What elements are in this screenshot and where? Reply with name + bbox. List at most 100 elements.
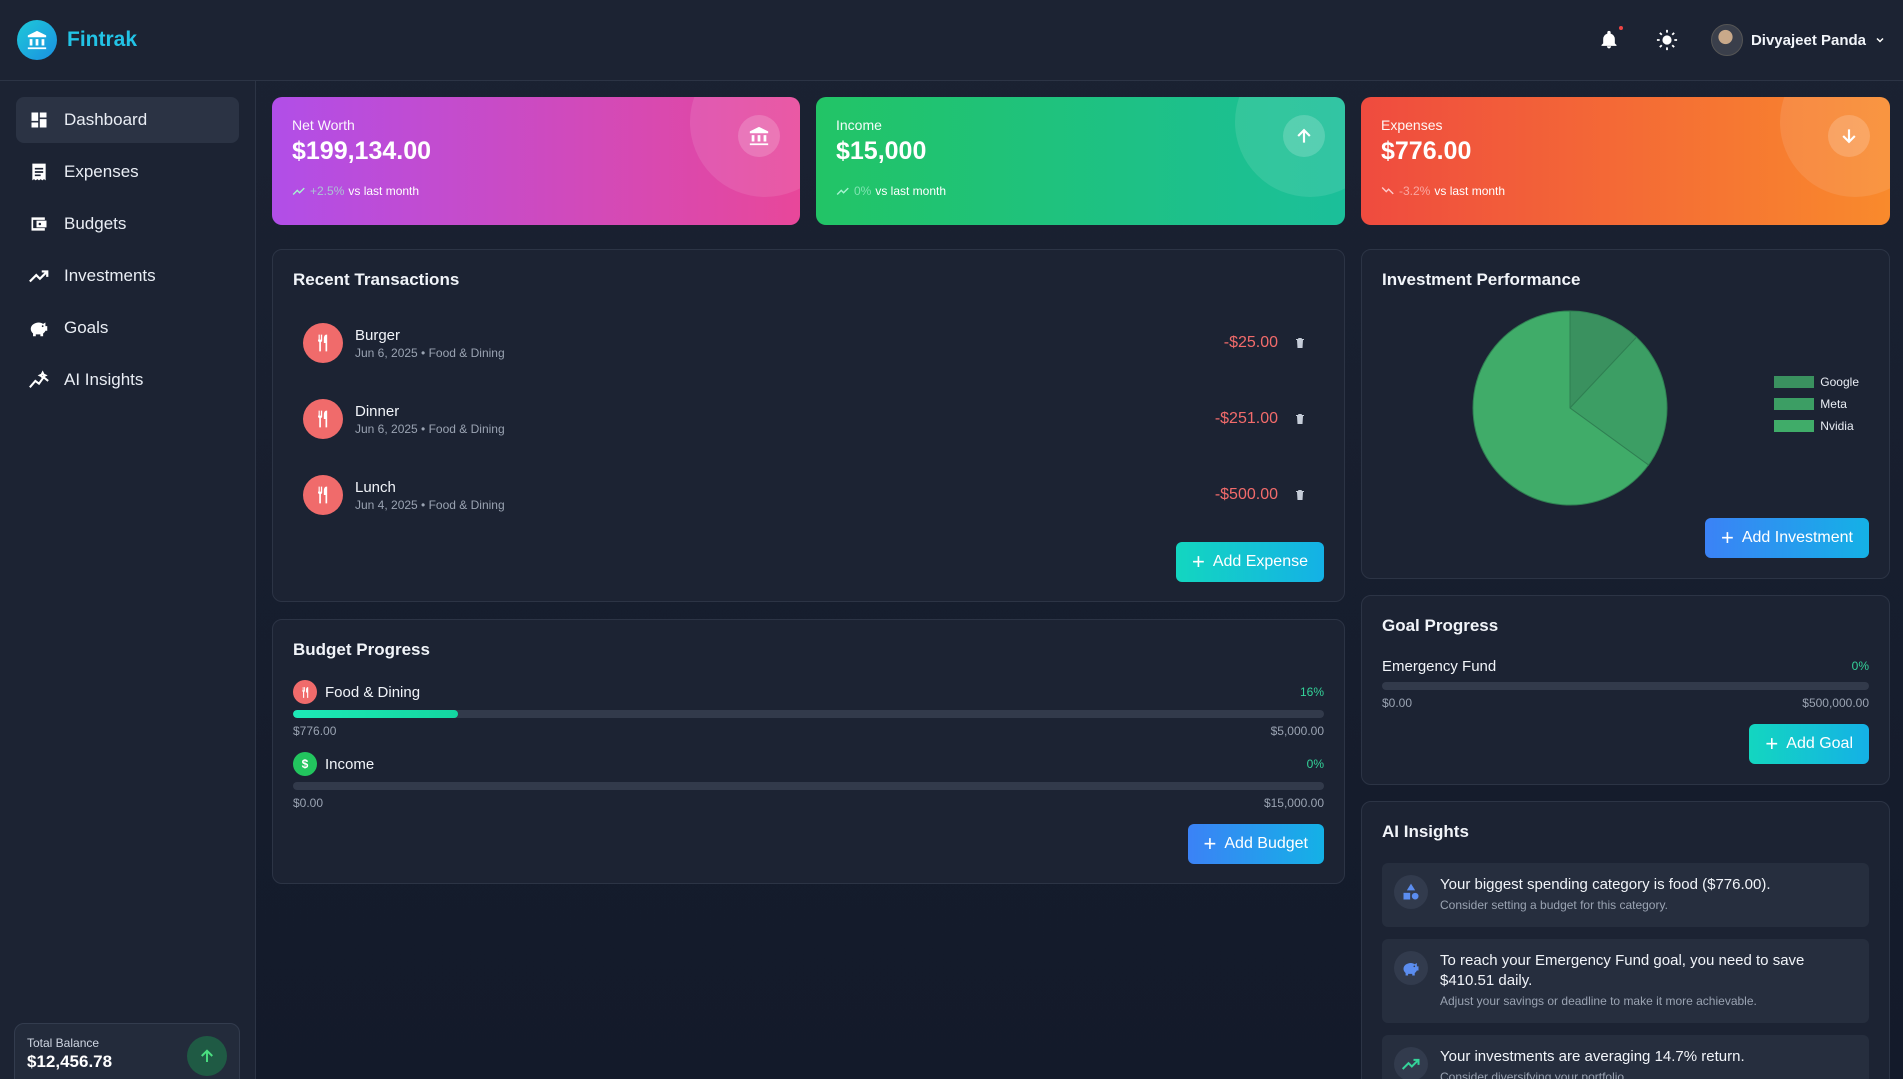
stat-label: Net Worth xyxy=(292,117,355,133)
panel-title: AI Insights xyxy=(1382,822,1469,841)
bank-icon xyxy=(17,20,57,60)
legend-item[interactable]: Meta xyxy=(1774,397,1859,411)
sidebar-item-investments[interactable]: Investments xyxy=(16,253,239,299)
sidebar-item-label: Budgets xyxy=(64,214,127,233)
insight-card[interactable]: Your biggest spending category is food (… xyxy=(1382,863,1869,927)
add-goal-button[interactable]: + Add Goal xyxy=(1749,724,1869,764)
budget-percent: 16% xyxy=(1299,685,1324,699)
budget-bar xyxy=(293,710,1324,718)
budget-spent: $0.00 xyxy=(293,796,324,810)
goal-percent: 0% xyxy=(1851,659,1869,673)
sidebar-item-budgets[interactable]: Budgets xyxy=(16,201,239,247)
trash-icon[interactable] xyxy=(1292,335,1308,351)
stat-label: Expenses xyxy=(1381,117,1443,133)
button-label: Add Expense xyxy=(1212,553,1308,570)
sidebar-item-expenses[interactable]: Expenses xyxy=(16,149,239,195)
legend-swatch xyxy=(1774,398,1815,410)
user-menu[interactable]: Divyajeet Panda xyxy=(1710,24,1886,56)
trash-icon[interactable] xyxy=(1292,411,1308,427)
shapes-icon xyxy=(1394,875,1428,909)
budget-progress-panel: Budget Progress Food & Dining 16% $776.0… xyxy=(272,619,1345,884)
transaction-meta: Jun 6, 2025 • Food & Dining xyxy=(355,421,505,436)
stat-delta: 0% xyxy=(854,184,872,198)
transaction-meta: Jun 4, 2025 • Food & Dining xyxy=(355,497,505,512)
insight-card[interactable]: Your investments are averaging 14.7% ret… xyxy=(1382,1035,1869,1079)
sidebar: Dashboard Expenses Budgets Investments G… xyxy=(0,81,256,1079)
stat-delta: +2.5% xyxy=(310,184,345,198)
logo[interactable]: Fintrak xyxy=(17,20,137,60)
budget-percent: 0% xyxy=(1306,757,1324,771)
sidebar-item-ai-insights[interactable]: AI Insights xyxy=(16,357,239,403)
sidebar-item-label: AI Insights xyxy=(64,370,144,389)
utensils-icon xyxy=(293,680,317,704)
budget-bar xyxy=(293,782,1324,790)
user-name: Divyajeet Panda xyxy=(1750,31,1866,49)
stat-suffix: vs last month xyxy=(1434,184,1506,198)
bell-icon xyxy=(1601,30,1617,49)
transaction-amount: -$500.00 xyxy=(1214,486,1278,503)
goal-bar xyxy=(1382,682,1869,690)
goal-row[interactable]: Emergency Fund 0% $0.00 $500,000.00 xyxy=(1382,656,1869,710)
theme-toggle-button[interactable] xyxy=(1653,26,1681,54)
arrow-up-icon[interactable] xyxy=(187,1036,227,1076)
goal-current: $0.00 xyxy=(1382,696,1413,710)
plus-icon: + xyxy=(1720,525,1734,550)
trending-down-icon xyxy=(1381,187,1394,195)
sun-icon xyxy=(1656,29,1678,51)
stat-delta: -3.2% xyxy=(1399,184,1431,198)
budget-spent: $776.00 xyxy=(293,724,337,738)
add-expense-button[interactable]: + Add Expense xyxy=(1175,542,1324,582)
legend-item[interactable]: Nvidia xyxy=(1774,419,1859,433)
trending-up-icon xyxy=(28,265,50,287)
budget-name: Income xyxy=(325,755,375,773)
sidebar-item-goals[interactable]: Goals xyxy=(16,305,239,351)
sidebar-item-label: Investments xyxy=(64,266,156,285)
legend-label: Google xyxy=(1820,375,1859,389)
budget-row[interactable]: $ Income 0% $0.00 $15,000.00 xyxy=(293,752,1324,810)
add-investment-button[interactable]: + Add Investment xyxy=(1704,518,1869,558)
legend-swatch xyxy=(1774,420,1815,432)
top-header: Fintrak Divyajeet Panda xyxy=(0,0,1903,81)
avatar xyxy=(1710,24,1743,56)
budget-name: Food & Dining xyxy=(325,683,421,701)
chart-legend: Google Meta Nvidia xyxy=(1774,375,1859,433)
button-label: Add Goal xyxy=(1786,735,1853,752)
button-label: Add Investment xyxy=(1741,529,1853,546)
sidebar-item-label: Expenses xyxy=(64,162,139,181)
stat-footer: -3.2% vs last month xyxy=(1381,184,1870,198)
income-card: Income $15,000 0% vs last month xyxy=(816,97,1345,225)
trash-icon[interactable] xyxy=(1292,487,1308,503)
insight-subtitle: Consider setting a budget for this categ… xyxy=(1440,898,1668,912)
transaction-name: Dinner xyxy=(355,402,400,420)
transaction-row[interactable]: Lunch Jun 4, 2025 • Food & Dining -$500.… xyxy=(303,470,1308,520)
expenses-card: Expenses $776.00 -3.2% vs last month xyxy=(1361,97,1890,225)
insight-card[interactable]: To reach your Emergency Fund goal, you n… xyxy=(1382,939,1869,1023)
insight-title: To reach your Emergency Fund goal, you n… xyxy=(1440,952,1805,989)
transaction-row[interactable]: Dinner Jun 6, 2025 • Food & Dining -$251… xyxy=(303,394,1308,444)
transaction-row[interactable]: Burger Jun 6, 2025 • Food & Dining -$25.… xyxy=(303,318,1308,368)
budget-row[interactable]: Food & Dining 16% $776.00 $5,000.00 xyxy=(293,680,1324,738)
trending-up-icon xyxy=(292,187,305,195)
transaction-meta: Jun 6, 2025 • Food & Dining xyxy=(355,345,505,360)
panel-title: Investment Performance xyxy=(1382,270,1581,289)
sidebar-item-label: Goals xyxy=(64,318,109,337)
dashboard-icon xyxy=(28,109,50,131)
add-budget-button[interactable]: + Add Budget xyxy=(1187,824,1324,864)
insight-subtitle: Adjust your savings or deadline to make … xyxy=(1440,994,1757,1008)
stat-footer: +2.5% vs last month xyxy=(292,184,780,198)
notifications-button[interactable] xyxy=(1595,26,1623,54)
insight-title: Your investments are averaging 14.7% ret… xyxy=(1440,1048,1745,1065)
stat-label: Income xyxy=(836,117,882,133)
stat-suffix: vs last month xyxy=(348,184,420,198)
legend-item[interactable]: Google xyxy=(1774,375,1859,389)
sidebar-item-dashboard[interactable]: Dashboard xyxy=(16,97,239,143)
sidebar-item-label: Dashboard xyxy=(64,110,148,129)
legend-label: Meta xyxy=(1820,397,1847,411)
transaction-name: Burger xyxy=(355,326,401,344)
wallet-icon xyxy=(28,213,50,235)
goal-progress-panel: Goal Progress Emergency Fund 0% $0.00 $5… xyxy=(1361,595,1890,785)
utensils-icon xyxy=(303,399,343,439)
utensils-icon xyxy=(303,323,343,363)
plus-icon: + xyxy=(1203,831,1217,856)
stat-footer: 0% vs last month xyxy=(836,184,1325,198)
